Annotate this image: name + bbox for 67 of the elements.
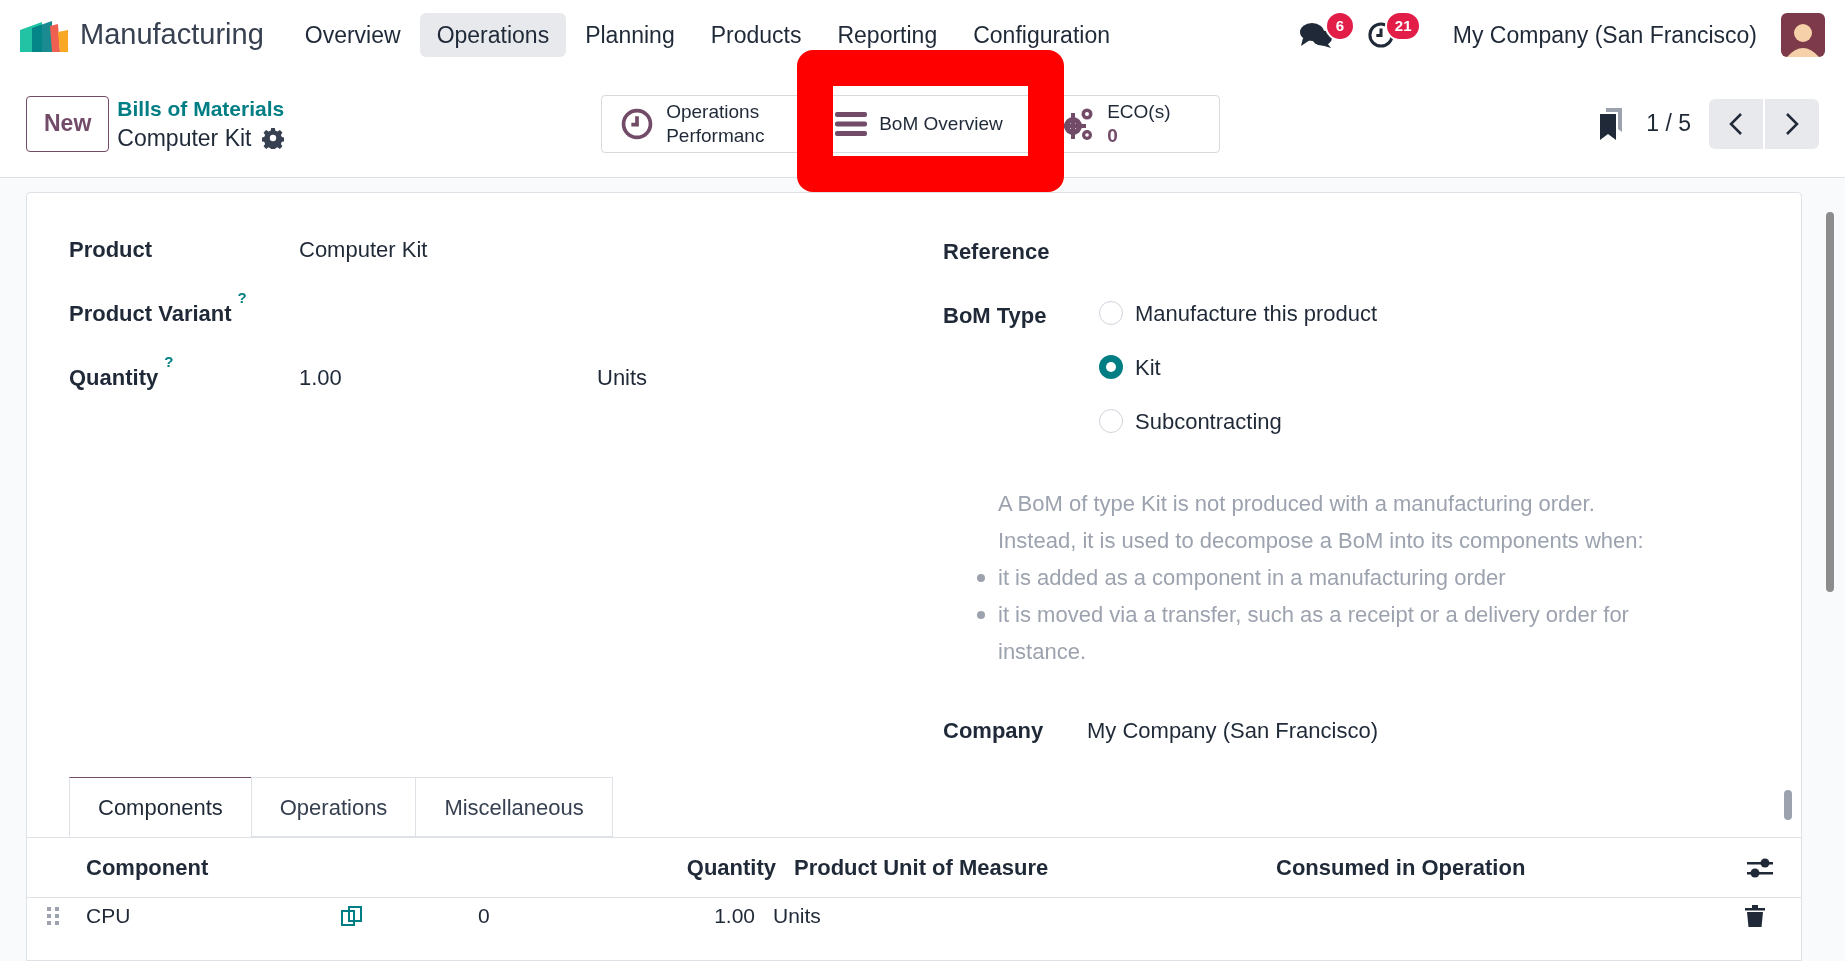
menu-item[interactable]: Overview (287, 13, 418, 57)
field-value[interactable]: My Company (San Francisco) (1087, 714, 1378, 747)
settings-icon[interactable] (261, 126, 284, 149)
notification-badge: 21 (1384, 11, 1422, 41)
clock-icon (620, 106, 655, 141)
field-value[interactable]: Computer Kit (299, 232, 597, 266)
activities-button[interactable]: 21 (1366, 13, 1447, 57)
field-label: Product Variant (69, 299, 232, 328)
trash-icon[interactable] (1745, 905, 1765, 927)
help-text: A BoM of type Kit is not produced with a manufacturing order. Instead, it is used to decompose a BoM into its components when: (998, 490, 1645, 555)
menu-item[interactable]: Reporting (820, 13, 955, 57)
app-name: Manufacturing (80, 17, 264, 53)
clock-icon (1366, 21, 1395, 49)
tab[interactable]: Miscellaneous (415, 777, 613, 837)
tab[interactable]: Operations (250, 777, 417, 837)
smart-button[interactable]: Operations Performanc (602, 95, 818, 152)
field-label: Product (69, 235, 153, 264)
pager-value[interactable]: 1 / 5 (1646, 106, 1691, 141)
table-cell-text: 1.00 (713, 903, 755, 930)
menu-item[interactable]: Planning (568, 13, 692, 57)
radio-label[interactable]: Manufacture this product (1135, 296, 1378, 330)
tab[interactable]: Components (69, 777, 252, 837)
unit-value[interactable]: Units (597, 360, 648, 394)
company-switcher[interactable]: My Company (San Francisco) (1452, 17, 1757, 53)
app-logo-icon[interactable] (20, 18, 68, 52)
radio-button[interactable] (1099, 301, 1123, 325)
menu-icon (835, 110, 868, 137)
column-header[interactable]: Product Unit of Measure (794, 851, 1276, 884)
field-value[interactable]: 1.00 (299, 360, 597, 394)
notification-badge: 6 (1324, 11, 1355, 41)
new-button[interactable]: New (26, 95, 110, 152)
record-title: Computer Kit (117, 123, 252, 153)
bullet-icon (977, 611, 985, 619)
menu-item[interactable]: Configuration (956, 13, 1127, 57)
drag-handle-icon[interactable] (47, 907, 59, 925)
column-header[interactable]: Component (86, 851, 566, 884)
documents-icon[interactable] (340, 905, 364, 927)
breadcrumb-link[interactable]: Bills of Materials (117, 94, 285, 123)
help-mark[interactable]: ? (237, 286, 247, 309)
smart-button[interactable]: BoM Overview (817, 95, 1044, 152)
chat-icon (1298, 21, 1333, 49)
menu-item[interactable]: Operations (419, 13, 567, 57)
help-mark[interactable]: ? (164, 350, 174, 373)
radio-button[interactable] (1099, 409, 1123, 433)
field-label: Reference (943, 238, 1051, 263)
field-label: BoM Type (943, 302, 1048, 327)
help-text: it is added as a component in a manufacturing order (998, 564, 1507, 592)
next-button[interactable] (1765, 98, 1819, 149)
chevron-left-icon (1729, 111, 1743, 136)
help-text: it is moved via a transfer, such as a receipt or a delivery order for instance. (998, 601, 1630, 666)
smart-button[interactable]: ECO(s) 0 (1043, 95, 1220, 152)
menu-item[interactable]: Products (693, 13, 819, 57)
field-label: Company (943, 717, 1045, 745)
bookmark-icon[interactable] (1598, 107, 1625, 140)
chevron-right-icon (1785, 111, 1799, 136)
table-cell-text: CPU (86, 903, 132, 930)
radio-button[interactable] (1099, 355, 1123, 379)
field-label: Quantity (69, 363, 159, 392)
column-header[interactable]: Quantity (566, 851, 776, 884)
radio-label[interactable]: Kit (1135, 350, 1161, 384)
table-cell-text: Units (773, 903, 821, 930)
table-cell-text: 0 (478, 903, 491, 930)
radio-label[interactable]: Subcontracting (1135, 404, 1282, 438)
column-header[interactable]: Consumed in Operation (1276, 851, 1526, 884)
user-avatar[interactable] (1781, 13, 1825, 57)
previous-button[interactable] (1709, 98, 1763, 149)
bullet-icon (977, 574, 985, 582)
